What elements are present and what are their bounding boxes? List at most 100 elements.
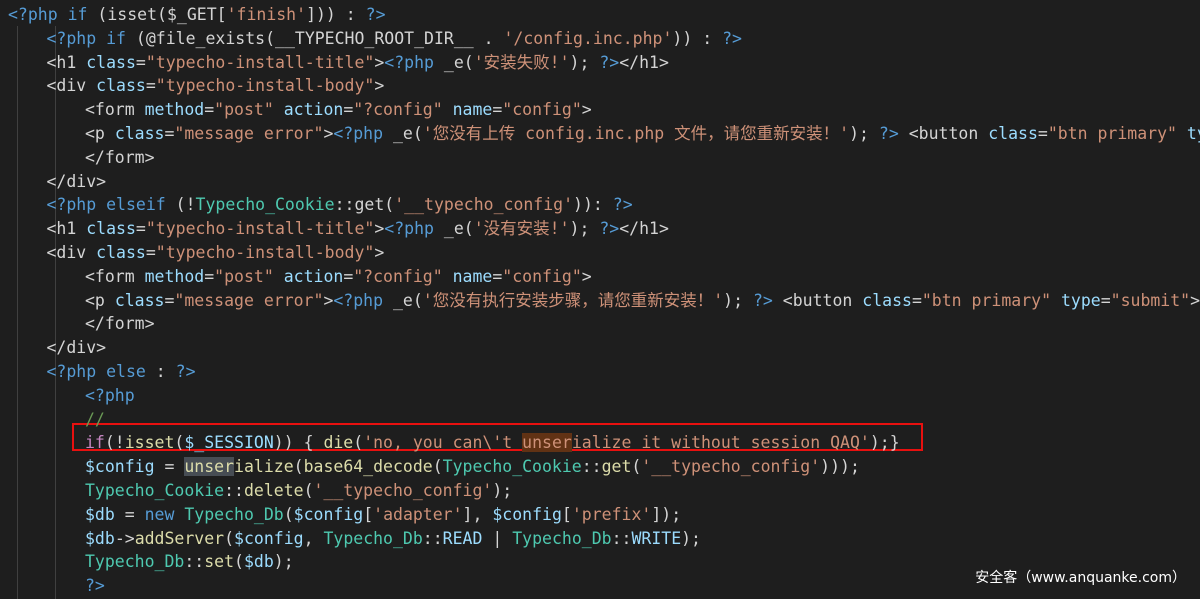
- code-line: <?php if (isset($_GET['finish'])) : ?>: [8, 3, 386, 27]
- code-token: elseif: [106, 195, 166, 215]
- code-token: _e(: [392, 124, 423, 143]
- code-line: $db->addServer($config, Typecho_Db::READ…: [85, 527, 701, 551]
- code-token: Typecho_Cookie: [195, 195, 335, 215]
- watermark: 安全客（www.anquanke.com）: [975, 570, 1186, 586]
- code-token: ::: [611, 528, 632, 548]
- code-token: ?>: [612, 195, 633, 215]
- code-token: '__typecho_config': [313, 481, 493, 500]
- code-token: READ: [442, 528, 483, 548]
- code-token: ?>: [599, 52, 620, 72]
- code-token: $db: [85, 528, 115, 548]
- code-token: class: [114, 124, 165, 143]
- code-token: class: [96, 243, 146, 262]
- code-token: <?php: [384, 219, 444, 239]
- code-token: </div>: [46, 171, 107, 191]
- code-line: <h1 class="typecho-install-title"><?php …: [47, 51, 669, 75]
- code-line: //: [85, 408, 105, 432]
- code-token: )) :: [672, 28, 723, 48]
- code-token: $config: [234, 528, 304, 548]
- code-line: <div class="typecho-install-body">: [47, 74, 385, 98]
- code-token: ialize: [234, 457, 294, 477]
- code-token: delete: [243, 481, 304, 500]
- code-token: )) {: [273, 433, 324, 453]
- code-token: =: [343, 100, 354, 120]
- code-token: "message error": [174, 290, 324, 310]
- code-token: <?php: [384, 52, 444, 72]
- code-token: name: [452, 266, 493, 286]
- code-token: );}: [869, 433, 900, 453]
- code-token: =: [114, 504, 145, 524]
- code-token: <?php: [333, 290, 393, 310]
- code-line: </div>: [47, 336, 107, 360]
- code-token: )));: [820, 457, 860, 477]
- code-line: Typecho_Cookie::delete('__typecho_config…: [85, 479, 512, 503]
- code-token: '您没有上传 config.inc.php 文件，请您重新安装！': [422, 124, 850, 143]
- code-token: (!: [165, 195, 196, 215]
- code-token: >: [374, 243, 385, 262]
- code-token: >: [323, 124, 334, 143]
- code-token: =: [135, 219, 146, 239]
- code-token: ?>: [878, 124, 899, 143]
- code-token: $config: [293, 504, 364, 524]
- code-token: <div: [46, 76, 97, 96]
- code-token: '没有安装!': [473, 219, 570, 239]
- code-token: $db: [85, 504, 115, 524]
- code-token: </form>: [85, 147, 155, 167]
- code-token: );: [569, 52, 600, 72]
- code-line: <?php elseif (!Typecho_Cookie::get('__ty…: [47, 193, 633, 217]
- code-token: "post": [214, 100, 274, 120]
- code-token: =: [343, 266, 354, 286]
- code-token: "config": [502, 266, 582, 286]
- code-token: ty: [1186, 124, 1200, 143]
- code-token: get(: [354, 195, 395, 215]
- code-editor[interactable]: <?php if (isset($_GET['finish'])) : ?> <?…: [0, 0, 1200, 599]
- code-token: =: [164, 290, 175, 310]
- code-token: </h1>: [619, 219, 669, 239]
- code-token: <p: [85, 290, 115, 310]
- code-token: _e(: [443, 52, 474, 72]
- code-token: "?config": [353, 266, 443, 286]
- code-token: class: [862, 290, 912, 310]
- code-line: $config = unserialize(base64_decode(Type…: [85, 455, 860, 479]
- code-token: (: [224, 528, 235, 548]
- code-token: addServer: [134, 528, 225, 548]
- code-token: class: [988, 124, 1038, 143]
- code-token: ]);: [651, 504, 682, 524]
- code-token: "message error": [174, 124, 324, 143]
- code-token: class: [86, 219, 136, 239]
- code-token: "btn primary": [921, 290, 1052, 310]
- code-token: );: [273, 552, 294, 572]
- code-token: =: [492, 100, 503, 120]
- indent-guide: [16, 26, 18, 599]
- code-token: Typecho_Db: [323, 528, 423, 548]
- code-line: <form method="post" action="?config" nam…: [85, 98, 592, 122]
- code-token: 'adapter': [373, 504, 463, 524]
- code-token: (!: [104, 433, 125, 453]
- code-token: class: [96, 76, 146, 96]
- code-token: ?>: [85, 576, 105, 596]
- code-token: "typecho-install-body": [155, 76, 375, 96]
- code-token: =: [911, 290, 922, 310]
- code-token: >: [374, 219, 385, 239]
- code-token: <p: [85, 124, 115, 143]
- code-token: 'finish': [226, 5, 307, 24]
- code-token: "btn primary": [1047, 124, 1177, 143]
- code-token: ],: [462, 504, 493, 524]
- code-line: <?php if (@file_exists(__TYPECHO_ROOT_DI…: [47, 27, 742, 51]
- code-token: new: [144, 504, 175, 524]
- code-token: );: [569, 219, 600, 239]
- code-token: =: [1037, 124, 1048, 143]
- code-token: (: [303, 481, 314, 500]
- code-token: [: [363, 504, 374, 524]
- code-token: </div>: [46, 338, 107, 358]
- code-token: get: [601, 457, 632, 477]
- code-token: isset: [124, 433, 175, 453]
- code-token: <?php: [333, 124, 393, 143]
- code-line: <h1 class="typecho-install-title"><?php …: [47, 217, 669, 241]
- code-token: <form: [85, 266, 145, 286]
